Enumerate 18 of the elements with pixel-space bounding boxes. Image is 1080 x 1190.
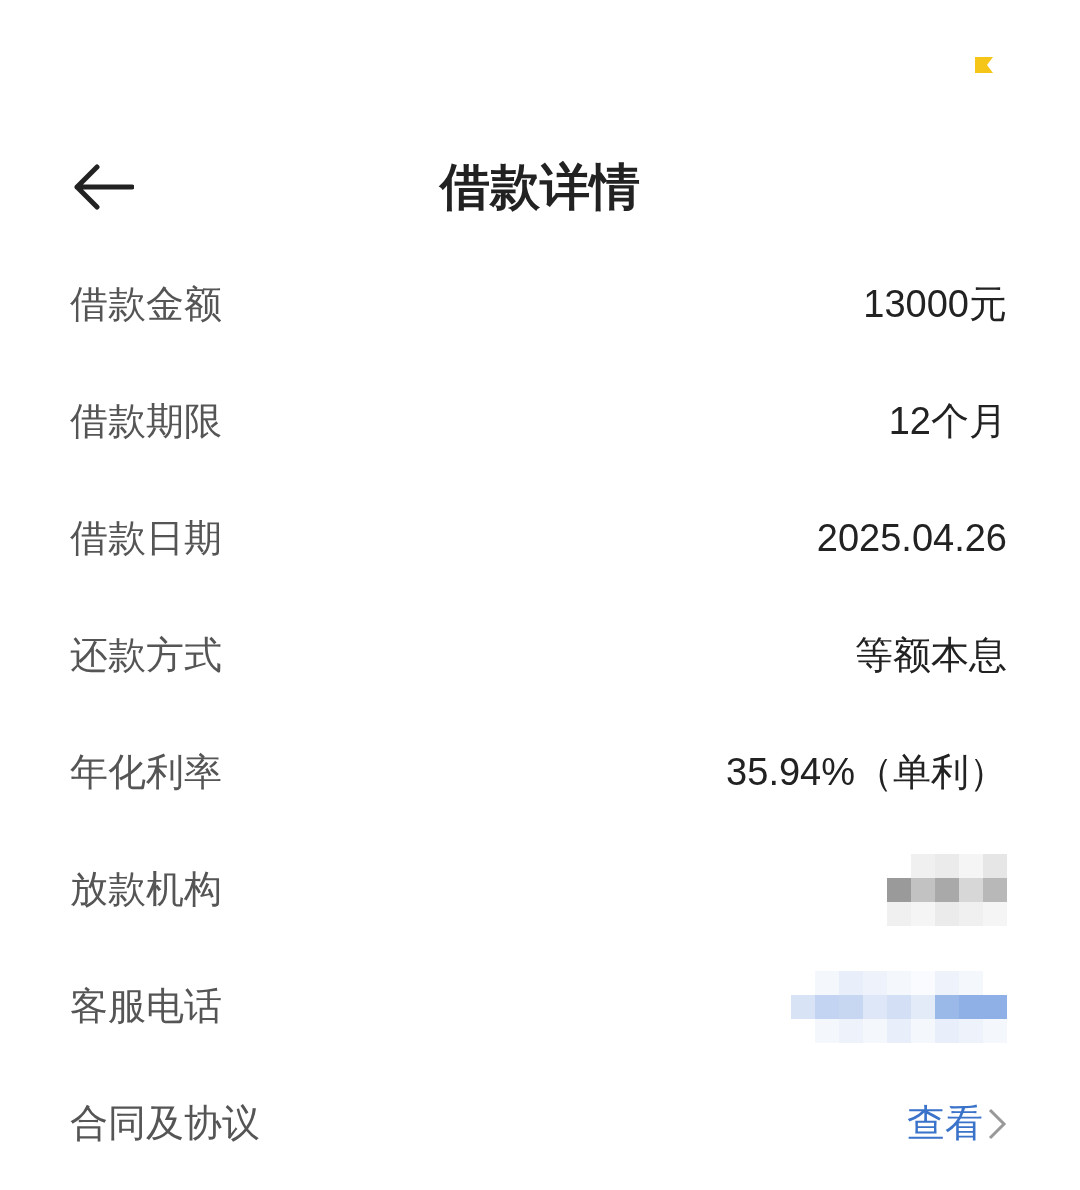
- row-label: 还款方式: [70, 633, 222, 678]
- row-label: 客服电话: [70, 984, 222, 1029]
- row-value: 2025.04.26: [816, 516, 1007, 561]
- row-label: 借款期限: [70, 399, 222, 444]
- row-label: 放款机构: [70, 867, 222, 912]
- row-label: 借款金额: [70, 282, 222, 327]
- row-value: 13000元: [863, 282, 1007, 327]
- row-label: 借款日期: [70, 516, 222, 561]
- page-title: 借款详情: [440, 157, 640, 217]
- row-value: 12个月: [888, 399, 1007, 444]
- row-label: 年化利率: [70, 750, 222, 795]
- row-value: 35.94%（单利）: [726, 750, 1007, 795]
- chevron-right-icon: [987, 1106, 1007, 1141]
- back-icon[interactable]: [72, 164, 134, 210]
- status-icon: [973, 55, 995, 75]
- row-value: 等额本息: [855, 633, 1007, 678]
- row-label: 合同及协议: [70, 1101, 260, 1146]
- view-link[interactable]: 查看: [907, 1095, 1007, 1152]
